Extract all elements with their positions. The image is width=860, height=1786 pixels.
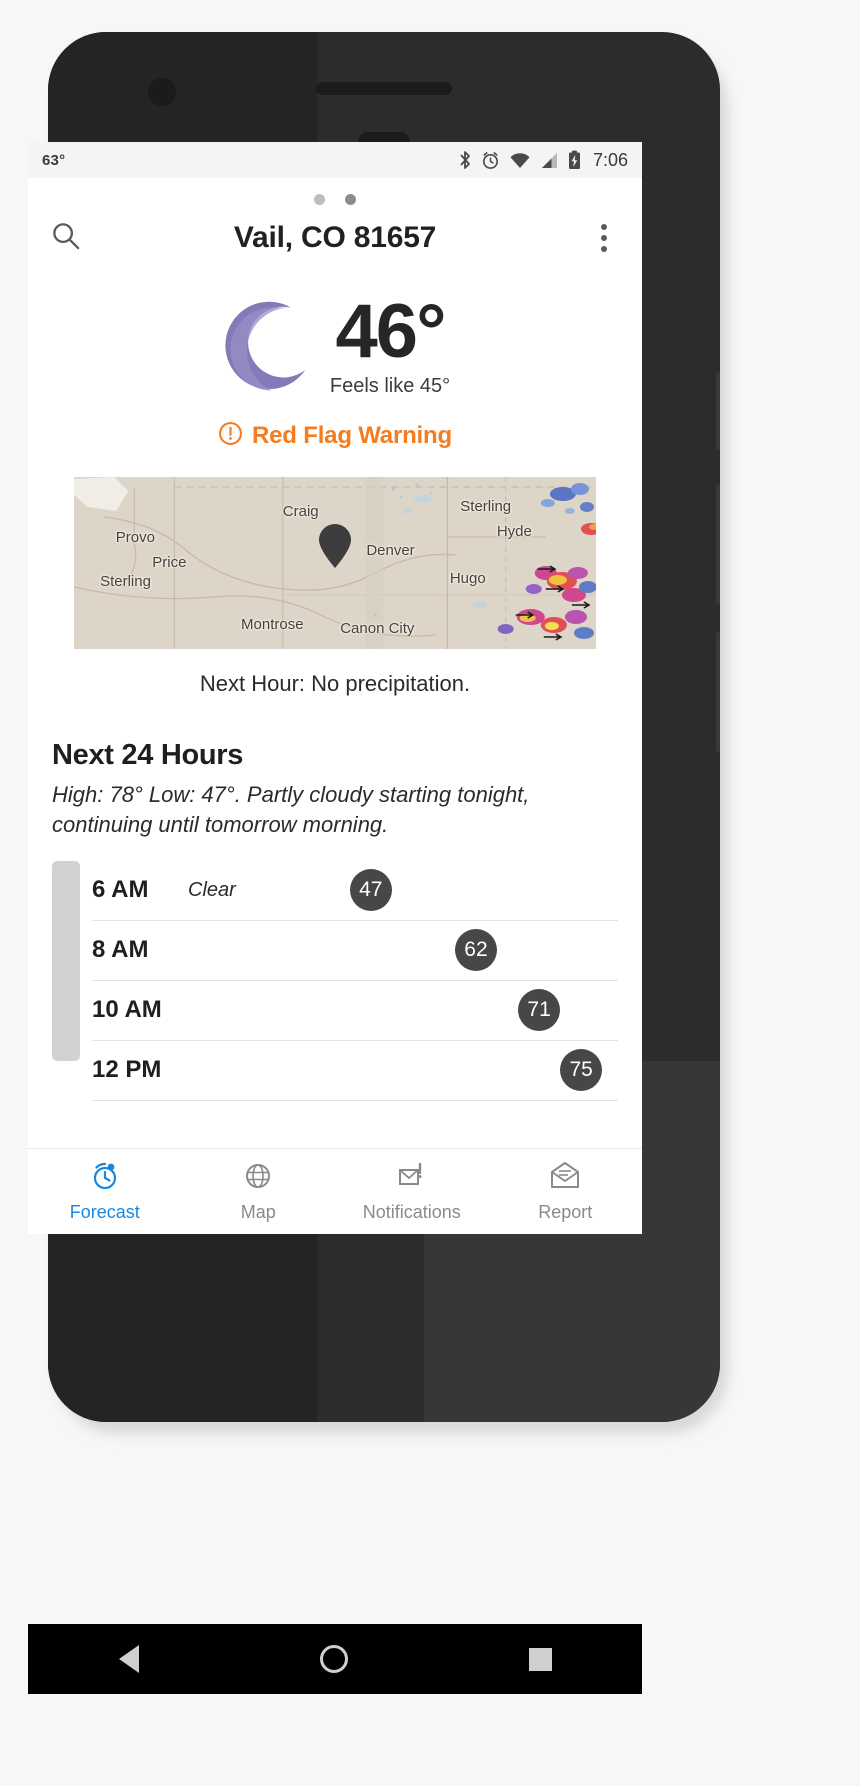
- home-circle-icon[interactable]: [319, 1645, 348, 1673]
- status-bar-clock: 7:06: [592, 149, 628, 170]
- earpiece-speaker: [316, 82, 452, 95]
- hour-time: 8 AM: [92, 936, 149, 964]
- back-triangle-icon[interactable]: [118, 1645, 139, 1673]
- recents-square-icon[interactable]: [528, 1647, 552, 1671]
- weather-alert-banner[interactable]: Red Flag Warning: [28, 421, 642, 451]
- android-navigation-bar: [28, 1624, 642, 1694]
- hour-temperature-badge: 62: [454, 929, 497, 972]
- map-label-craig: Craig: [282, 502, 319, 520]
- map-label-sterling-1: Sterling: [460, 497, 512, 515]
- volume-down-button[interactable]: [716, 632, 720, 752]
- map-label-canon-city: Canon City: [340, 619, 415, 637]
- bluetooth-icon: [458, 150, 472, 170]
- bottom-navigation: Forecast Map Notifications Report: [28, 1148, 642, 1234]
- search-icon: [51, 221, 81, 256]
- current-conditions: 46° Feels like 45°: [28, 269, 642, 405]
- battery-charging-icon: [568, 150, 581, 170]
- map-label-montrose: Montrose: [241, 616, 304, 634]
- hour-temperature-badge: 71: [518, 989, 561, 1032]
- table-row[interactable]: 12 PM 75: [92, 1041, 618, 1101]
- status-bar-icons: 7:06: [458, 150, 628, 171]
- table-row[interactable]: 10 AM 71: [92, 981, 618, 1041]
- table-row[interactable]: 6 AM Clear 47: [92, 861, 618, 921]
- map-label-hugo: Hugo: [449, 569, 486, 587]
- tab-report-label: Report: [538, 1202, 593, 1222]
- hourly-forecast-list: 6 AM Clear 47 8 AM 62 10 AM 71 12 PM 75: [52, 860, 618, 1101]
- forecast-icon: [89, 1160, 121, 1197]
- hour-time: 12 PM: [92, 1056, 162, 1084]
- section-summary: High: 78° Low: 47°. Partly cloudy starti…: [52, 782, 530, 838]
- alarm-icon: [481, 151, 500, 170]
- app-bar: Vail, CO 81657: [28, 211, 642, 269]
- map-label-denver: Denver: [366, 542, 415, 560]
- hour-temperature-badge: 75: [560, 1049, 603, 1092]
- status-bar: 63° 7:06: [28, 142, 642, 178]
- section-title: Next 24 Hours: [52, 739, 244, 771]
- search-button[interactable]: [46, 218, 86, 258]
- page-title: Vail, CO 81657: [233, 221, 437, 254]
- overflow-menu-icon: [601, 224, 607, 252]
- pager-dot-1[interactable]: [314, 194, 325, 205]
- report-envelope-icon: [549, 1160, 581, 1197]
- map-label-provo: Provo: [115, 528, 155, 546]
- pager-dots: [28, 178, 642, 211]
- tab-notifications-label: Notifications: [362, 1202, 461, 1222]
- map-globe-icon: [242, 1160, 274, 1197]
- tab-report[interactable]: Report: [489, 1149, 643, 1234]
- crescent-moon-icon: [220, 295, 324, 399]
- cellular-signal-icon: [540, 152, 559, 169]
- hourly-rows: 6 AM Clear 47 8 AM 62 10 AM 71 12 PM 75: [92, 861, 618, 1101]
- hour-temperature-badge: 47: [349, 869, 392, 912]
- status-bar-temperature: 63°: [42, 151, 66, 169]
- hour-time: 6 AM: [92, 876, 149, 904]
- next-hour-summary: Next Hour: No precipitation.: [199, 671, 471, 696]
- exclamation-circle-icon: [218, 421, 243, 451]
- power-button[interactable]: [716, 372, 720, 450]
- feels-like-text: Feels like 45°: [329, 374, 451, 397]
- tab-map[interactable]: Map: [182, 1149, 336, 1234]
- tab-forecast[interactable]: Forecast: [28, 1149, 182, 1234]
- alert-label: Red Flag Warning: [252, 422, 452, 449]
- overflow-menu-button[interactable]: [584, 218, 624, 258]
- current-temperature: 46°: [335, 289, 447, 375]
- tab-map-label: Map: [240, 1202, 276, 1222]
- tab-forecast-label: Forecast: [69, 1202, 140, 1222]
- phone-screen: 63° 7:06 Vail, CO 81657 46° Feels like 4…: [28, 142, 642, 1234]
- map-label-hyde: Hyde: [496, 523, 532, 541]
- hour-time: 10 AM: [92, 996, 162, 1024]
- temperature-block: 46° Feels like 45°: [329, 289, 451, 397]
- map-label-sterling-2: Sterling: [100, 573, 151, 591]
- volume-up-button[interactable]: [716, 484, 720, 604]
- map-label-price: Price: [152, 554, 187, 572]
- wifi-icon: [509, 152, 531, 169]
- hour-condition: Clear: [188, 878, 236, 901]
- pager-dot-2[interactable]: [345, 194, 356, 205]
- table-row[interactable]: 8 AM 62: [92, 921, 618, 981]
- notifications-icon: [396, 1160, 428, 1197]
- location-pin-icon: [318, 523, 352, 574]
- front-camera-icon: [148, 78, 176, 106]
- radar-map[interactable]: Provo Craig Sterling Hyde Price Denver S…: [74, 477, 596, 649]
- scrollbar-thumb[interactable]: [52, 860, 80, 1061]
- next-24-hours-section: Next 24 Hours High: 78° Low: 47°. Partly…: [28, 697, 642, 1101]
- tab-notifications[interactable]: Notifications: [335, 1149, 489, 1234]
